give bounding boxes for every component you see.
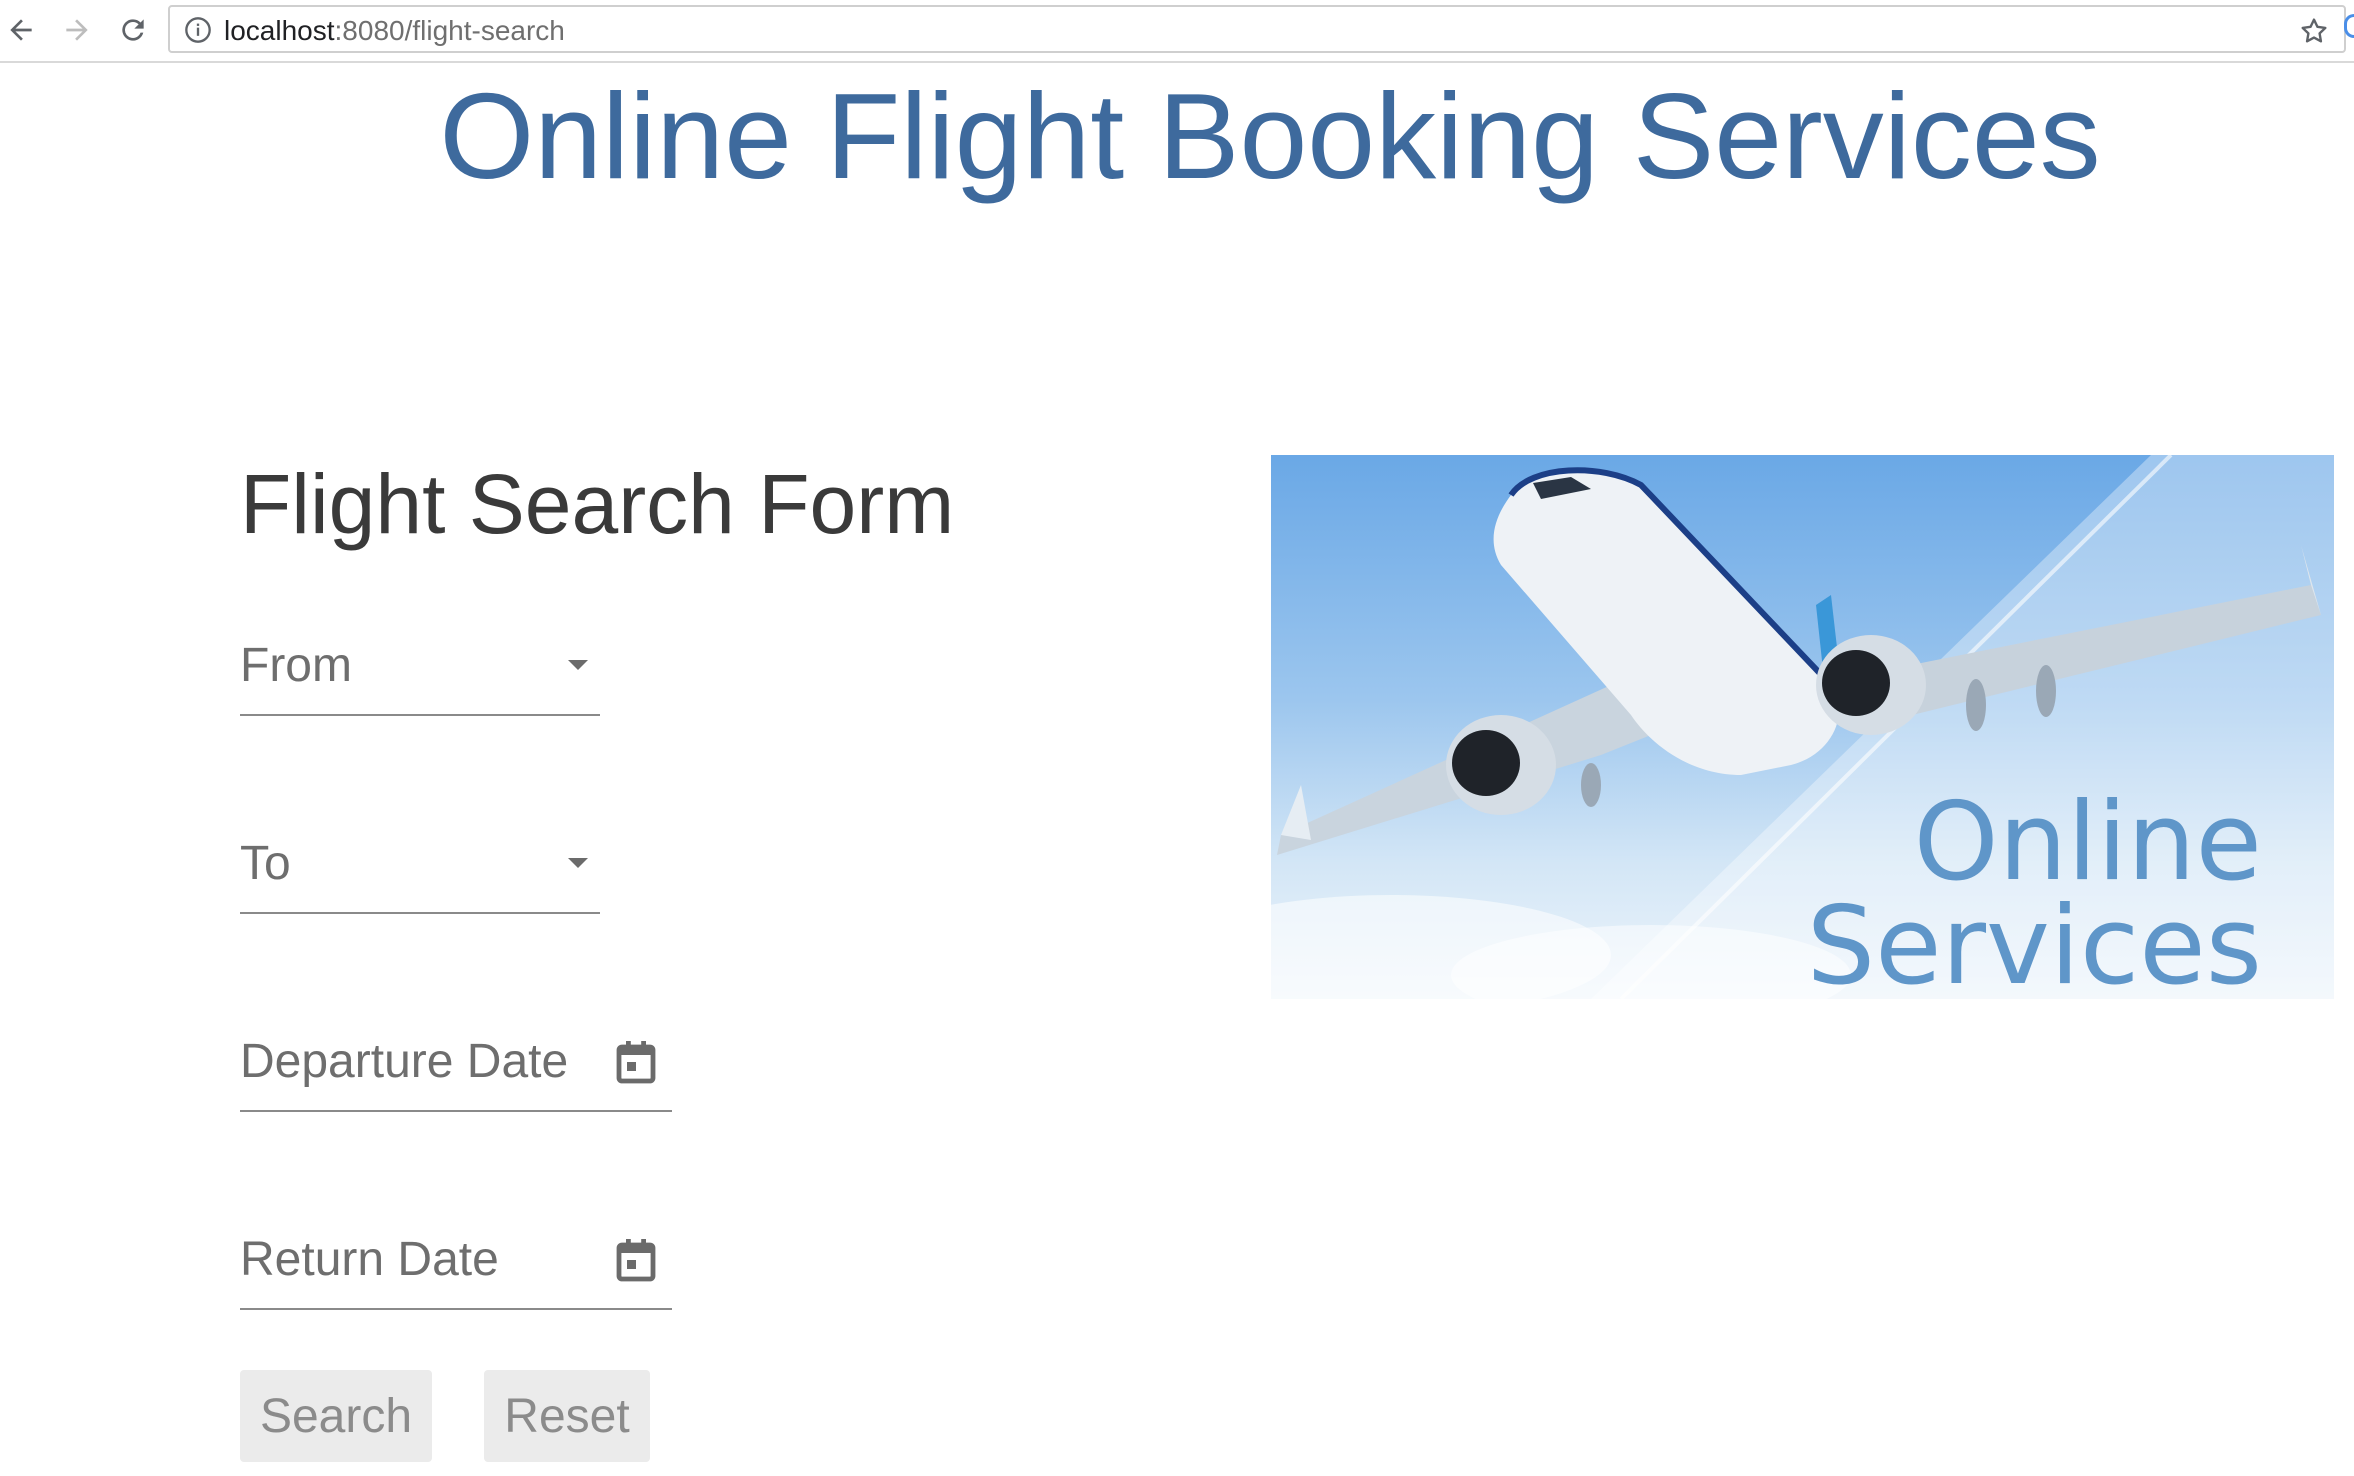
hero-airplane-image: Online Services: [1271, 455, 2334, 999]
hero-caption-line1: Online: [1913, 780, 2262, 905]
from-label: From: [240, 639, 352, 692]
url-text: localhost:8080/flight-search: [224, 15, 565, 47]
browser-toolbar: localhost:8080/flight-search: [0, 0, 2354, 63]
extension-icon[interactable]: [2344, 14, 2354, 38]
hero-caption-line2: Services: [1806, 884, 2262, 1000]
dropdown-arrow-icon: [568, 858, 588, 868]
calendar-icon[interactable]: [616, 1238, 656, 1282]
hero-caption: Online Services: [1806, 780, 2262, 1000]
departure-date-label: Departure Date: [240, 1035, 569, 1088]
site-title: Online Flight Booking Services: [439, 68, 2101, 204]
info-icon[interactable]: [184, 16, 212, 44]
return-date-label: Return Date: [240, 1233, 499, 1286]
back-arrow-icon: [10, 19, 32, 41]
departure-date-input[interactable]: Departure Date: [240, 1032, 672, 1112]
bookmark-star-icon[interactable]: [2298, 15, 2330, 47]
form-heading: Flight Search Form: [240, 457, 955, 551]
reload-button[interactable]: [112, 9, 154, 51]
back-button[interactable]: [0, 9, 42, 51]
url-path: :8080/flight-search: [334, 15, 565, 46]
to-label: To: [240, 837, 291, 890]
from-select[interactable]: From: [240, 636, 600, 716]
dropdown-arrow-icon: [568, 660, 588, 670]
address-bar[interactable]: localhost:8080/flight-search: [168, 5, 2346, 53]
to-select[interactable]: To: [240, 834, 600, 914]
return-date-input[interactable]: Return Date: [240, 1230, 672, 1310]
url-host: localhost: [224, 15, 335, 46]
forward-button[interactable]: [56, 9, 98, 51]
calendar-icon[interactable]: [616, 1040, 656, 1084]
reset-button[interactable]: Reset: [484, 1370, 650, 1462]
search-button[interactable]: Search: [240, 1370, 432, 1462]
reload-icon: [122, 19, 144, 41]
forward-arrow-icon: [66, 19, 88, 41]
